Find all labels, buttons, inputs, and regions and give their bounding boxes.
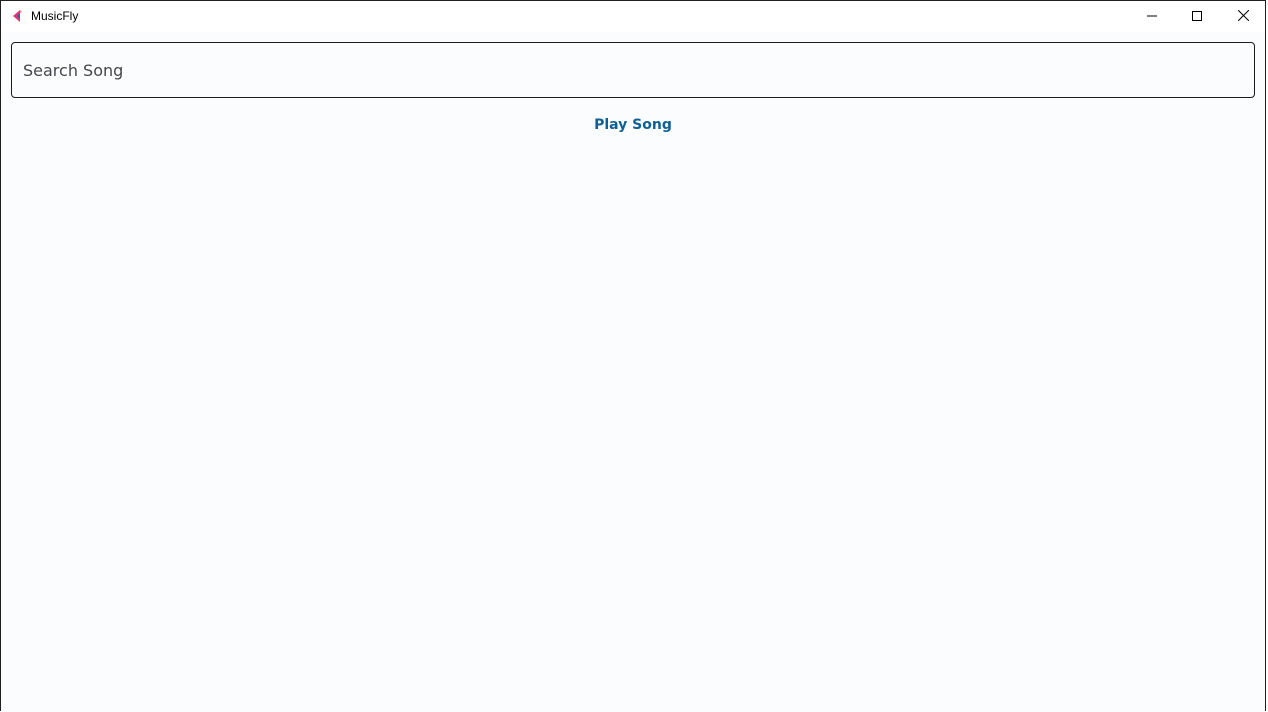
maximize-button[interactable] bbox=[1174, 1, 1220, 32]
title-bar[interactable]: MusicFly bbox=[1, 1, 1265, 32]
close-icon bbox=[1237, 8, 1249, 26]
play-song-button[interactable]: Play Song bbox=[571, 108, 695, 142]
search-song-input[interactable] bbox=[11, 42, 1255, 98]
close-button[interactable] bbox=[1220, 1, 1266, 32]
app-window: MusicFly Play bbox=[0, 0, 1266, 712]
maximize-icon bbox=[1192, 8, 1202, 26]
main-content: Play Song bbox=[1, 32, 1265, 712]
minimize-button[interactable] bbox=[1129, 1, 1175, 32]
minimize-icon bbox=[1147, 8, 1157, 26]
window-title: MusicFly bbox=[31, 9, 79, 23]
musicfly-logo-icon bbox=[11, 9, 25, 23]
